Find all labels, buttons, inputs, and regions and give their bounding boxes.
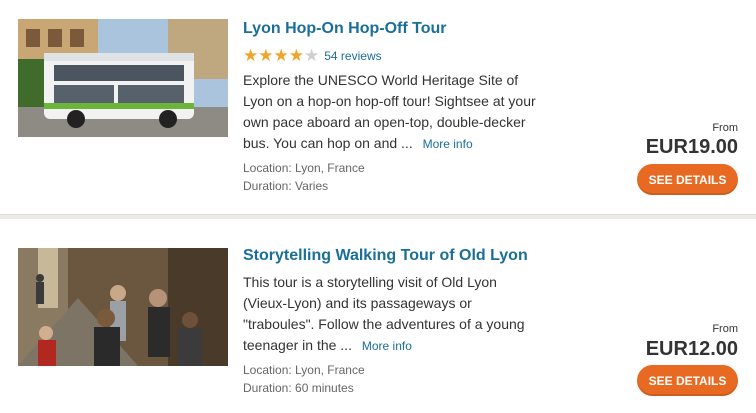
tour-image-bus[interactable] bbox=[18, 19, 228, 137]
more-info-link[interactable]: More info bbox=[362, 339, 412, 353]
walking-tour-photo-icon bbox=[18, 248, 228, 366]
more-info-link[interactable]: More info bbox=[423, 137, 473, 151]
reviews-link[interactable]: 54 reviews bbox=[324, 49, 381, 63]
tour-title-link[interactable]: Lyon Hop-On Hop-Off Tour bbox=[243, 20, 447, 38]
star-rating: ★ ★ ★ ★ ★ 54 reviews bbox=[243, 46, 382, 65]
description-text: Explore the UNESCO World Heritage Site o… bbox=[243, 72, 536, 151]
tour-image-walking[interactable] bbox=[18, 248, 228, 366]
tour-title-link[interactable]: Storytelling Walking Tour of Old Lyon bbox=[243, 247, 528, 265]
star-full-icon: ★ bbox=[243, 46, 259, 65]
tour-description: This tour is a storytelling visit of Old… bbox=[243, 272, 543, 357]
tour-card: Lyon Hop-On Hop-Off Tour ★ ★ ★ ★ ★ 54 re… bbox=[0, 0, 756, 214]
tour-price: EUR19.00 bbox=[645, 136, 738, 158]
tour-duration: Duration: Varies bbox=[243, 179, 329, 193]
tour-location: Location: Lyon, France bbox=[243, 161, 365, 175]
star-full-icon: ★ bbox=[258, 46, 274, 65]
tour-price: EUR12.00 bbox=[645, 338, 738, 360]
tour-location: Location: Lyon, France bbox=[243, 363, 365, 377]
bus-photo-icon bbox=[18, 19, 228, 137]
see-details-button[interactable]: SEE DETAILS bbox=[637, 365, 738, 396]
star-full-icon: ★ bbox=[288, 46, 304, 65]
star-full-icon: ★ bbox=[273, 46, 289, 65]
tour-description: Explore the UNESCO World Heritage Site o… bbox=[243, 70, 543, 155]
tour-duration: Duration: 60 minutes bbox=[243, 381, 354, 395]
price-from-label: From bbox=[712, 323, 738, 335]
star-empty-icon: ★ bbox=[304, 46, 320, 65]
see-details-button[interactable]: SEE DETAILS bbox=[637, 164, 738, 195]
price-from-label: From bbox=[712, 122, 738, 134]
tour-card: Storytelling Walking Tour of Old Lyon Th… bbox=[0, 219, 756, 413]
